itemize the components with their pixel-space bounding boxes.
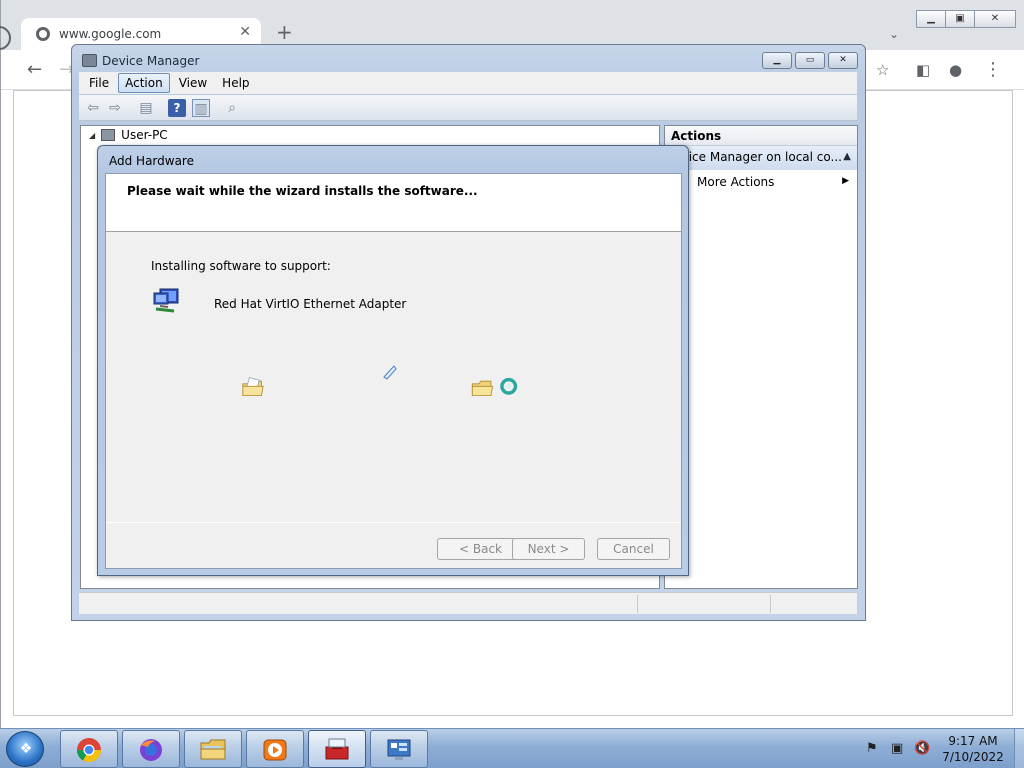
submenu-arrow-icon: ▶ [842,176,849,186]
globe-icon [36,27,50,41]
media-player-icon [263,739,287,761]
status-divider [637,595,638,613]
firefox-icon [140,739,162,761]
dialog-title: Add Hardware [109,154,194,168]
tab-title: www.google.com [59,27,162,41]
status-divider [770,595,771,613]
toolbar: ⇦ ⇨ ▤ ? ▥ ⌕ [79,95,857,121]
close-button[interactable]: ✕ [974,10,1016,28]
system-clock[interactable]: 9:17 AM 7/10/2022 [935,733,1011,765]
network-icon[interactable]: ▣ [891,741,903,756]
bookmark-star-icon[interactable]: ☆ [876,60,889,80]
device-name: Red Hat VirtIO Ethernet Adapter [214,297,407,311]
back-button[interactable]: < Back [437,538,524,560]
button-separator [106,522,681,523]
windows-logo-icon: ❖ [19,741,33,757]
help-icon[interactable]: ? [168,99,186,117]
minimize-button[interactable]: ▁ [916,10,946,28]
show-desktop-button[interactable] [1014,729,1024,768]
menu-bar: File Action View Help [79,72,857,94]
actions-section-device-manager[interactable]: Device Manager on local co... ▲ [665,146,857,170]
tree-item-root[interactable]: ◢ User-PC [89,128,168,142]
menu-kebab-icon[interactable]: ⋮ [984,60,1002,80]
actions-section-label: Device Manager on local co... [665,150,842,164]
taskbar-media-player[interactable] [246,730,304,768]
expand-arrow-icon[interactable]: ◢ [89,131,95,140]
cancel-button[interactable]: Cancel [597,538,670,560]
menu-file[interactable]: File [83,74,115,92]
action-center-flag-icon[interactable]: ⚑ [866,741,878,756]
menu-action[interactable]: Action [118,73,170,93]
collapse-caret-icon[interactable]: ▲ [843,151,851,162]
tab-close-icon[interactable]: ✕ [239,24,251,40]
back-arrow-icon[interactable]: ⇦ [84,99,102,117]
browser-tab-bar: www.google.com ✕ + ⌄ ▁ ▣ ✕ [0,0,1024,50]
dialog-body: Please wait while the wizard installs th… [105,173,682,569]
wizard-heading: Please wait while the wizard installs th… [127,184,478,198]
start-button[interactable]: ❖ [6,731,44,767]
remote-desktop-icon [387,739,411,760]
wizard-header: Please wait while the wizard installs th… [106,174,681,232]
device-manager-icon [82,54,97,67]
clock-time: 9:17 AM [948,734,998,748]
toolbox-icon [325,738,349,760]
menu-help[interactable]: Help [216,74,255,92]
tree-root-label: User-PC [121,128,168,142]
back-arrow-icon[interactable]: ← [27,60,42,80]
taskbar-remote-desktop[interactable] [370,730,428,768]
flying-paper-icon [383,365,397,380]
side-panel-icon[interactable]: ◧ [916,60,930,80]
taskbar-chrome[interactable] [60,730,118,768]
window-controls: ▁ ▭ ✕ [759,52,858,69]
add-hardware-dialog: Add Hardware Please wait while the wizar… [97,145,689,576]
actions-header: Actions [665,126,857,146]
forward-arrow-icon[interactable]: ⇨ [106,99,124,117]
clock-date: 7/10/2022 [942,750,1004,764]
minimize-button[interactable]: ▁ [762,52,792,69]
scan-hardware-icon[interactable]: ⌕ [223,99,241,117]
profile-avatar-icon[interactable]: ● [949,60,962,80]
maximize-button[interactable]: ▣ [945,10,975,28]
actions-pane: Actions Device Manager on local co... ▲ … [664,125,858,589]
taskbar: ❖ ⚑ ▣ 🔇 9:17 AM 7/10/2022 [0,728,1024,768]
source-folder-icon [242,377,264,397]
destination-folder-icon [471,377,518,397]
file-explorer-icon [200,739,226,760]
more-actions-label: More Actions [697,175,775,189]
menu-view[interactable]: View [173,74,213,92]
network-adapter-icon [153,288,179,313]
taskbar-explorer[interactable] [184,730,242,768]
tab-list-chevron-icon[interactable]: ⌄ [889,27,899,41]
new-tab-button[interactable]: + [276,22,293,42]
more-actions-item[interactable]: More Actions ▶ [665,170,857,194]
browser-window-controls: ▁ ▣ ✕ [916,10,1016,28]
taskbar-firefox[interactable] [122,730,180,768]
installing-label: Installing software to support: [151,259,331,273]
tab-search-icon[interactable] [0,26,11,50]
console-tree-icon[interactable]: ▤ [137,99,155,117]
computer-icon [101,129,116,141]
volume-muted-icon[interactable]: 🔇 [914,741,930,756]
action-pane-icon[interactable]: ▥ [192,99,210,117]
next-button[interactable]: Next > [512,538,585,560]
close-button[interactable]: ✕ [828,52,858,69]
status-bar [79,592,857,614]
window-title: Device Manager [102,54,200,68]
maximize-button[interactable]: ▭ [795,52,825,69]
taskbar-computer-management[interactable] [308,730,366,768]
chrome-icon [77,738,101,763]
